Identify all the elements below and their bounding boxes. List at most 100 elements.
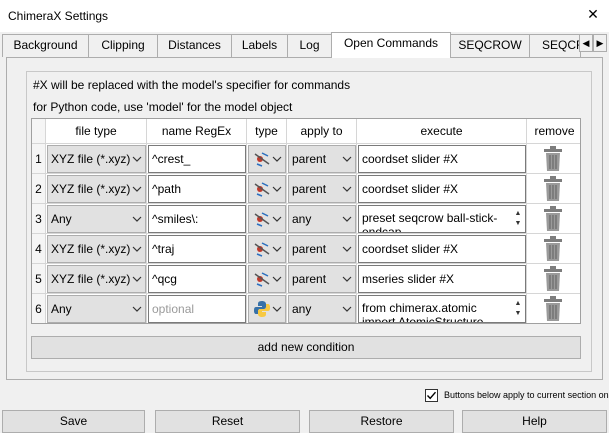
chevron-down-icon xyxy=(342,206,352,232)
apply-to-select[interactable]: any xyxy=(288,205,356,233)
column-header-execute[interactable]: execute xyxy=(357,119,527,144)
chimerax-command-icon xyxy=(253,150,271,171)
info-line-python: for Python code, use 'model' for the mod… xyxy=(33,100,293,114)
scroll-arrows-icon[interactable]: ▲ ▼ xyxy=(513,209,523,231)
trash-icon[interactable] xyxy=(543,266,563,292)
tab-seqcrow[interactable]: SEQCROW xyxy=(450,34,530,57)
name-regex-input[interactable]: ^qcg xyxy=(148,265,246,293)
tab-clipping[interactable]: Clipping xyxy=(88,34,158,57)
apply-to-value: parent xyxy=(292,152,327,166)
apply-to-select[interactable]: parent xyxy=(288,265,356,293)
apply-to-select[interactable]: parent xyxy=(288,145,356,173)
apply-to-select[interactable]: any xyxy=(288,295,356,323)
type-select[interactable] xyxy=(248,235,286,263)
column-header-name-regex[interactable]: name RegEx xyxy=(147,119,247,144)
restore-button[interactable]: Restore xyxy=(309,410,454,433)
execute-value: coordset slider #X xyxy=(362,242,459,256)
execute-input[interactable]: coordset slider #X xyxy=(358,175,526,203)
execute-value: from chimerax.atomic import AtomicStruct… xyxy=(362,301,484,323)
execute-input[interactable]: mseries slider #X xyxy=(358,265,526,293)
file-type-select[interactable]: Any xyxy=(47,295,146,323)
type-select[interactable] xyxy=(248,265,286,293)
column-header-type[interactable]: type xyxy=(247,119,287,144)
execute-input[interactable]: from chimerax.atomic import AtomicStruct… xyxy=(358,295,526,323)
chevron-down-icon xyxy=(132,176,142,202)
tab-log[interactable]: Log xyxy=(287,34,332,57)
chimerax-command-icon xyxy=(253,180,271,201)
tab-labels[interactable]: Labels xyxy=(231,34,288,57)
tab-distances[interactable]: Distances xyxy=(157,34,232,57)
chimerax-command-icon xyxy=(253,240,271,261)
file-type-value: Any xyxy=(51,302,72,316)
file-type-select[interactable]: XYZ file (*.xyz) xyxy=(47,145,146,173)
name-regex-input[interactable]: ^path xyxy=(148,175,246,203)
row-number: 2 xyxy=(32,174,46,204)
name-regex-input[interactable]: ^crest_ xyxy=(148,145,246,173)
file-type-value: XYZ file (*.xyz) xyxy=(51,152,131,166)
tab-scroll-right-icon[interactable]: ▶ xyxy=(593,34,607,52)
execute-value: coordset slider #X xyxy=(362,152,459,166)
name-regex-input[interactable]: ^traj xyxy=(148,235,246,263)
apply-to-select[interactable]: parent xyxy=(288,175,356,203)
execute-value: mseries slider #X xyxy=(362,272,455,286)
column-header-apply-to[interactable]: apply to xyxy=(287,119,357,144)
execute-input[interactable]: coordset slider #X xyxy=(358,145,526,173)
trash-icon[interactable] xyxy=(543,206,563,232)
file-type-select[interactable]: Any xyxy=(47,205,146,233)
trash-icon[interactable] xyxy=(543,236,563,262)
execute-value: preset seqcrow ball-stick-endcap xyxy=(362,211,498,233)
chimerax-command-icon xyxy=(253,270,271,291)
file-type-value: Any xyxy=(51,212,72,226)
table-corner xyxy=(32,119,46,144)
apply-current-section-label: Buttons below apply to current section o… xyxy=(444,390,609,400)
column-header-remove[interactable]: remove xyxy=(527,119,580,144)
window-title: ChimeraX Settings xyxy=(8,9,109,23)
execute-input[interactable]: preset seqcrow ball-stick-endcap ▲ ▼ xyxy=(358,205,526,233)
chevron-down-icon xyxy=(132,266,142,292)
name-regex-input[interactable]: optional xyxy=(148,295,246,323)
type-select[interactable] xyxy=(248,175,286,203)
info-line-specifier: #X will be replaced with the model's spe… xyxy=(33,78,351,92)
chevron-down-icon xyxy=(342,176,352,202)
file-type-select[interactable]: XYZ file (*.xyz) xyxy=(47,265,146,293)
chevron-down-icon xyxy=(272,146,282,172)
file-type-select[interactable]: XYZ file (*.xyz) xyxy=(47,175,146,203)
trash-icon[interactable] xyxy=(543,296,563,322)
column-header-file-type[interactable]: file type xyxy=(46,119,147,144)
name-regex-input[interactable]: ^smiles\: xyxy=(148,205,246,233)
execute-value: coordset slider #X xyxy=(362,182,459,196)
reset-button[interactable]: Reset xyxy=(155,410,300,433)
apply-to-value: any xyxy=(292,302,312,316)
type-select[interactable] xyxy=(248,205,286,233)
chevron-down-icon xyxy=(342,146,352,172)
conditions-table: file type name RegEx type apply to execu… xyxy=(31,118,581,324)
file-type-select[interactable]: XYZ file (*.xyz) xyxy=(47,235,146,263)
row-number: 6 xyxy=(32,294,46,323)
tab-open-commands[interactable]: Open Commands xyxy=(331,32,451,58)
chimerax-command-icon xyxy=(253,210,271,231)
scroll-arrows-icon[interactable]: ▲ ▼ xyxy=(513,299,523,321)
trash-icon[interactable] xyxy=(543,176,563,202)
apply-current-section-checkbox[interactable] xyxy=(425,389,438,402)
add-condition-button[interactable]: add new condition xyxy=(31,336,581,359)
row-number: 3 xyxy=(32,204,46,234)
apply-to-value: parent xyxy=(292,182,327,196)
chevron-down-icon xyxy=(342,296,352,322)
execute-input[interactable]: coordset slider #X xyxy=(358,235,526,263)
tab-scroll-left-icon[interactable]: ◀ xyxy=(579,34,593,52)
file-type-value: XYZ file (*.xyz) xyxy=(51,272,131,286)
chevron-down-icon xyxy=(132,236,142,262)
chevron-down-icon xyxy=(132,296,142,322)
close-icon[interactable]: ✕ xyxy=(586,7,600,21)
trash-icon[interactable] xyxy=(543,146,563,172)
apply-to-select[interactable]: parent xyxy=(288,235,356,263)
save-button[interactable]: Save xyxy=(2,410,145,433)
python-icon xyxy=(253,300,271,321)
type-select[interactable] xyxy=(248,295,286,323)
type-select[interactable] xyxy=(248,145,286,173)
chevron-down-icon xyxy=(342,266,352,292)
tab-seqcrow-truncated[interactable]: SEQCR xyxy=(529,34,581,57)
help-button[interactable]: Help xyxy=(462,410,607,433)
tab-background[interactable]: Background xyxy=(2,34,89,57)
row-number: 4 xyxy=(32,234,46,264)
